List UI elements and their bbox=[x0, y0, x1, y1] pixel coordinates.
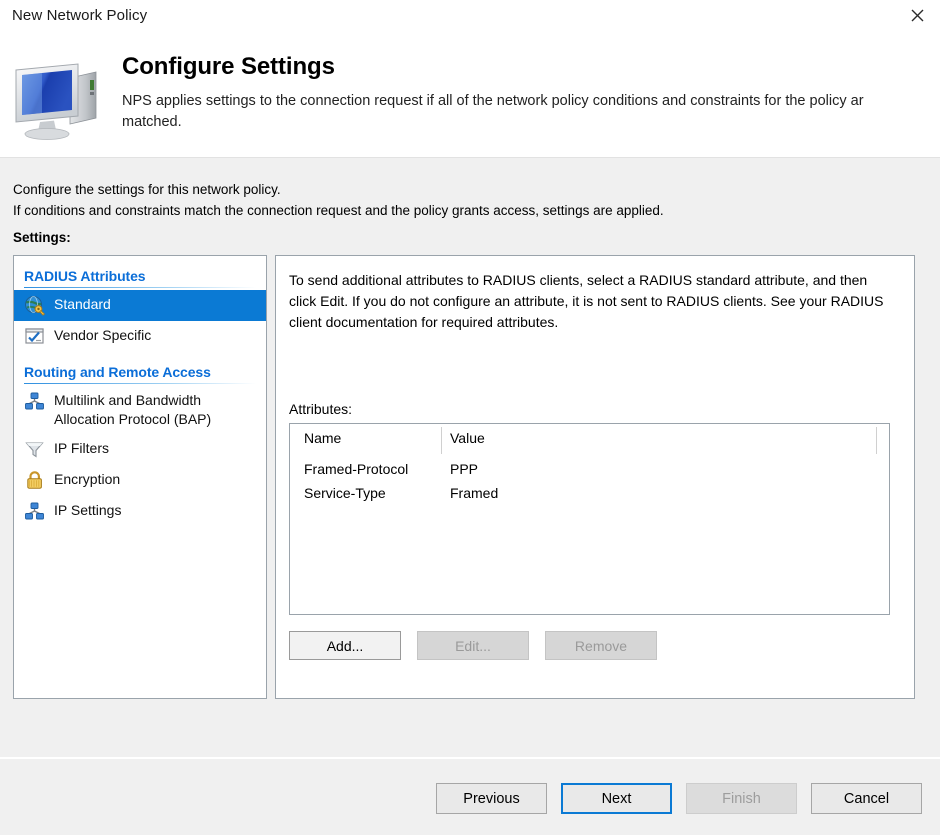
sidebar-item-label: IP Settings bbox=[54, 502, 122, 518]
cell-name: Framed-Protocol bbox=[304, 461, 409, 477]
tree-group-heading-radius: RADIUS Attributes bbox=[24, 268, 146, 284]
network-nodes-icon bbox=[24, 501, 46, 522]
sidebar-item-ip-filters[interactable]: IP Filters bbox=[14, 434, 266, 465]
table-row[interactable]: Framed-Protocol PPP bbox=[290, 458, 889, 483]
tree-group-routing: Routing and Remote Access Multilink and … bbox=[14, 352, 266, 527]
settings-tree-panel[interactable]: RADIUS Attributes Standard Vendor Specif… bbox=[13, 255, 267, 699]
computer-monitor-icon bbox=[8, 56, 112, 144]
tree-group-heading-routing: Routing and Remote Access bbox=[24, 364, 211, 380]
content-description: To send additional attributes to RADIUS … bbox=[289, 272, 884, 330]
previous-button[interactable]: Previous bbox=[436, 783, 547, 814]
body: Configure the settings for this network … bbox=[0, 158, 940, 758]
cancel-button[interactable]: Cancel bbox=[811, 783, 922, 814]
cell-value: Framed bbox=[450, 485, 499, 501]
padlock-icon bbox=[24, 470, 46, 491]
sidebar-item-ip-settings[interactable]: IP Settings bbox=[14, 496, 266, 527]
finish-button: Finish bbox=[686, 783, 797, 814]
sidebar-item-label: Encryption bbox=[54, 471, 121, 487]
wizard-navigation: Previous Next Finish Cancel bbox=[436, 783, 922, 814]
globe-key-icon bbox=[24, 295, 46, 316]
window-title: New Network Policy bbox=[12, 7, 148, 24]
edit-button: Edit... bbox=[417, 631, 529, 660]
table-header-row: Name Value bbox=[290, 427, 889, 452]
network-nodes-icon bbox=[24, 391, 46, 412]
next-button[interactable]: Next bbox=[561, 783, 672, 814]
column-header-value: Value bbox=[450, 430, 485, 446]
close-icon bbox=[911, 9, 924, 22]
attribute-actions: Add... Edit... Remove bbox=[289, 631, 657, 660]
window-check-icon bbox=[24, 326, 46, 347]
cell-value: PPP bbox=[450, 461, 479, 477]
tree-group-radius: RADIUS Attributes Standard Vendor Specif… bbox=[14, 256, 266, 352]
banner: Configure Settings NPS applies settings … bbox=[0, 34, 940, 158]
sidebar-item-multilink-bap[interactable]: Multilink and Bandwidth Allocation Proto… bbox=[14, 386, 266, 434]
add-button[interactable]: Add... bbox=[289, 631, 401, 660]
sidebar-item-vendor-specific[interactable]: Vendor Specific bbox=[14, 321, 266, 352]
attributes-table[interactable]: Name Value Framed-Protocol PPP Service-T… bbox=[289, 423, 890, 615]
settings-label: Settings: bbox=[13, 230, 71, 245]
footer: Previous Next Finish Cancel bbox=[0, 759, 940, 835]
sidebar-item-encryption[interactable]: Encryption bbox=[14, 465, 266, 496]
intro-line-2: If conditions and constraints match the … bbox=[13, 203, 664, 218]
sidebar-item-standard[interactable]: Standard bbox=[14, 290, 266, 321]
page-title: Configure Settings bbox=[122, 53, 335, 80]
intro-line-1: Configure the settings for this network … bbox=[13, 182, 281, 197]
sidebar-item-label: Multilink and Bandwidth Allocation Proto… bbox=[54, 392, 212, 427]
cell-name: Service-Type bbox=[304, 485, 386, 501]
sidebar-item-label: Vendor Specific bbox=[54, 327, 152, 343]
remove-button: Remove bbox=[545, 631, 657, 660]
close-button[interactable] bbox=[894, 0, 940, 31]
tree-group-rule bbox=[24, 383, 256, 384]
sidebar-item-label: IP Filters bbox=[54, 440, 109, 456]
column-header-name: Name bbox=[304, 430, 342, 446]
tree-group-rule bbox=[24, 287, 256, 288]
sidebar-item-label: Standard bbox=[54, 296, 111, 312]
funnel-icon bbox=[24, 439, 46, 460]
title-bar: New Network Policy bbox=[0, 0, 940, 34]
page-description: NPS applies settings to the connection r… bbox=[122, 93, 864, 130]
intro-text: Configure the settings for this network … bbox=[13, 179, 664, 221]
attributes-label: Attributes: bbox=[289, 401, 353, 417]
table-row[interactable]: Service-Type Framed bbox=[290, 482, 889, 507]
content-panel: To send additional attributes to RADIUS … bbox=[275, 255, 915, 699]
